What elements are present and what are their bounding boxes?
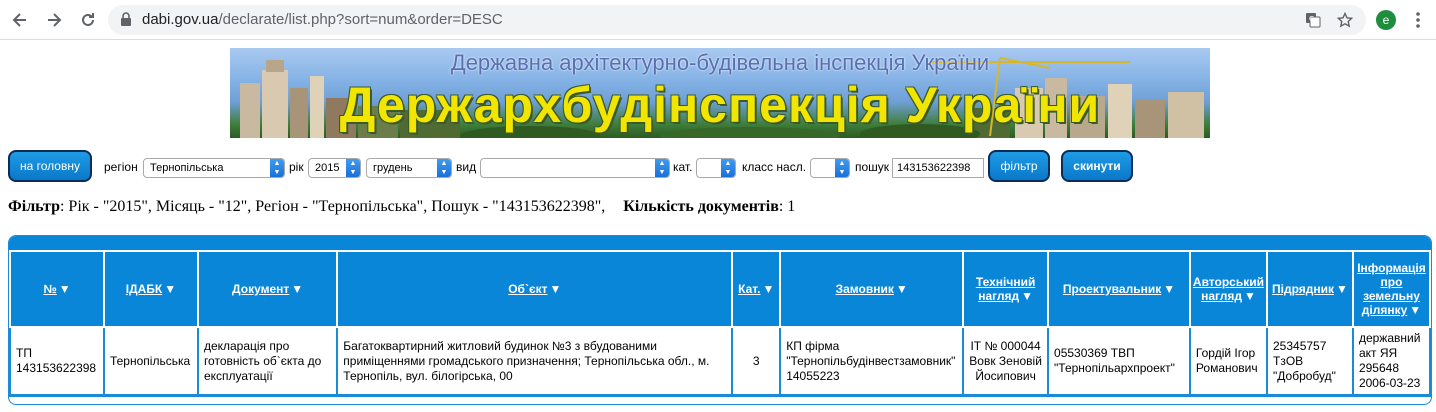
sort-link[interactable]: Документ: [232, 282, 289, 296]
banner-subtitle: Державна архітектурно-будівельна інспекц…: [450, 50, 990, 75]
column-header-document[interactable]: Документ ▼: [196, 250, 339, 328]
bookmark-star-icon[interactable]: [1336, 11, 1354, 29]
sort-link[interactable]: Підрядник: [1272, 282, 1334, 296]
home-button[interactable]: на головну: [8, 150, 92, 182]
lock-icon[interactable]: [120, 12, 132, 32]
svg-text:G: G: [1309, 15, 1314, 23]
column-header-author-supervision[interactable]: Авторський нагляд ▼: [1188, 250, 1269, 328]
sort-link[interactable]: ІДАБК: [126, 282, 163, 296]
sort-down-icon[interactable]: ▼: [1021, 289, 1033, 303]
class-label: класс насл.: [742, 160, 807, 174]
sort-link[interactable]: Замовник: [836, 282, 894, 296]
sort-link[interactable]: Проектувальник: [1063, 282, 1161, 296]
region-select-value: Тернопільська: [150, 162, 224, 174]
column-header-category[interactable]: Кат. ▼: [731, 250, 782, 328]
cell-document: декларація про готовність об`єкта до екс…: [196, 326, 339, 396]
translate-icon[interactable]: G: [1304, 11, 1322, 29]
filter-summary: Фільтр: Рік - "2015", Місяць - "12", Рег…: [8, 198, 795, 216]
url-host: dabi.gov.ua: [142, 11, 219, 28]
month-select-value: грудень: [373, 162, 413, 174]
back-icon[interactable]: [8, 8, 32, 32]
sort-down-icon[interactable]: ▼: [164, 282, 176, 296]
url-path: /declarate/list.php?sort=num&order=DESC: [218, 11, 503, 28]
region-select[interactable]: Тернопільська ▲ ▼: [143, 158, 285, 178]
sort-down-icon[interactable]: ▼: [1409, 303, 1421, 317]
sort-down-icon[interactable]: ▼: [762, 282, 774, 296]
table-header-row: № ▼ ІДАБК ▼ Документ ▼ Об`єкт ▼ Кат. ▼ Замовн…: [9, 250, 1431, 328]
cell-object: Багатоквартирний житловий будинок №3 з в…: [336, 326, 734, 396]
sort-down-icon[interactable]: ▼: [59, 282, 71, 296]
filter-summary-text: : Рік - "2015", Місяць - "12", Регіон - …: [59, 198, 606, 215]
banner-title: Держархбудінспекція України: [339, 77, 1101, 133]
results-table-container: № ▼ ІДАБК ▼ Документ ▼ Об`єкт ▼ Кат. ▼ Замовн…: [8, 235, 1432, 405]
select-arrows-icon: ▲ ▼: [437, 159, 451, 177]
cell-land-info: державний акт ЯЯ 295648 2006-03-23: [1351, 326, 1431, 396]
table-row: ТП 143153622398 Тернопільська декларація…: [9, 326, 1431, 396]
column-header-land-info[interactable]: Інформація про земельну ділянку ▼: [1351, 250, 1431, 328]
cell-designer: 05530369 ТВП "Тернопільархпроект": [1047, 326, 1191, 396]
browser-toolbar: dabi.gov.ua/declarate/list.php?sort=num&…: [0, 0, 1436, 40]
column-header-object[interactable]: Об`єкт ▼: [336, 250, 734, 328]
search-input[interactable]: 143153622398: [892, 158, 984, 178]
column-header-number[interactable]: № ▼: [9, 250, 105, 328]
sort-link[interactable]: Об`єкт: [508, 282, 547, 296]
document-count-label: Кількість документів: [623, 198, 779, 215]
column-header-tech-supervision[interactable]: Технічний нагляд ▼: [962, 250, 1050, 328]
document-count-value: : 1: [778, 198, 796, 215]
filter-toolbar: на головну регіон Тернопільська ▲ ▼ рік 2…: [8, 150, 1428, 184]
sort-down-icon[interactable]: ▼: [1244, 289, 1256, 303]
cell-number: ТП 143153622398: [9, 326, 105, 396]
results-table: № ▼ ІДАБК ▼ Документ ▼ Об`єкт ▼ Кат. ▼ Замовн…: [9, 250, 1431, 396]
year-select-value: 2015: [315, 162, 340, 174]
sort-down-icon[interactable]: ▼: [549, 282, 561, 296]
forward-icon[interactable]: [42, 8, 66, 32]
cell-contractor: 25345757 ТзОВ "Добробуд": [1266, 326, 1354, 396]
select-arrows-icon: ▲ ▼: [270, 159, 284, 177]
class-select[interactable]: ▲ ▼: [810, 158, 850, 178]
address-bar[interactable]: dabi.gov.ua/declarate/list.php?sort=num&…: [108, 5, 1366, 35]
type-label: вид: [456, 160, 477, 174]
table-top-bar: [9, 236, 1431, 250]
sort-link[interactable]: №: [43, 282, 56, 296]
cell-category: 3: [731, 326, 782, 396]
region-label: регіон: [104, 160, 138, 174]
select-arrows-icon: ▲ ▼: [721, 159, 735, 177]
month-select[interactable]: грудень ▲ ▼: [366, 158, 452, 178]
url-text: dabi.gov.ua/declarate/list.php?sort=num&…: [142, 11, 503, 28]
sort-down-icon[interactable]: ▼: [1163, 282, 1175, 296]
column-header-designer[interactable]: Проектувальник ▼: [1047, 250, 1191, 328]
select-arrows-icon: ▲ ▼: [655, 159, 669, 177]
column-header-idabk[interactable]: ІДАБК ▼: [102, 250, 199, 328]
filter-button[interactable]: фільтр: [988, 150, 1050, 182]
cell-idabk: Тернопільська: [102, 326, 199, 396]
filter-summary-label: Фільтр: [8, 198, 60, 215]
sort-down-icon[interactable]: ▼: [291, 282, 303, 296]
year-label: рік: [289, 160, 304, 174]
cell-tech-supervision: ІТ № 000044 Вовк Зеновій Йосипович: [962, 326, 1050, 396]
menu-kebab-icon[interactable]: [1410, 10, 1426, 30]
reload-icon[interactable]: [76, 8, 100, 32]
cell-author-supervision: Гордій Ігор Романович: [1188, 326, 1269, 396]
profile-avatar[interactable]: e: [1376, 10, 1396, 30]
year-select[interactable]: 2015 ▲ ▼: [308, 158, 361, 178]
sort-down-icon[interactable]: ▼: [1336, 282, 1348, 296]
table-bottom-bar: [9, 396, 1431, 400]
sort-link[interactable]: Кат.: [738, 282, 760, 296]
cat-select[interactable]: ▲ ▼: [696, 158, 736, 178]
select-arrows-icon: ▲ ▼: [835, 159, 849, 177]
select-arrows-icon: ▲ ▼: [346, 159, 360, 177]
cell-customer: КП фірма "Тернопільбудінвестзамовник" 14…: [779, 326, 965, 396]
site-banner: Державна архітектурно-будівельна інспекц…: [230, 48, 1210, 138]
sort-down-icon[interactable]: ▼: [896, 282, 908, 296]
column-header-customer[interactable]: Замовник ▼: [779, 250, 965, 328]
reset-button[interactable]: скинути: [1061, 150, 1133, 182]
column-header-contractor[interactable]: Підрядник ▼: [1266, 250, 1354, 328]
type-select[interactable]: ▲ ▼: [480, 158, 670, 178]
cat-label: кат.: [673, 160, 693, 174]
search-label: пошук: [855, 160, 890, 174]
